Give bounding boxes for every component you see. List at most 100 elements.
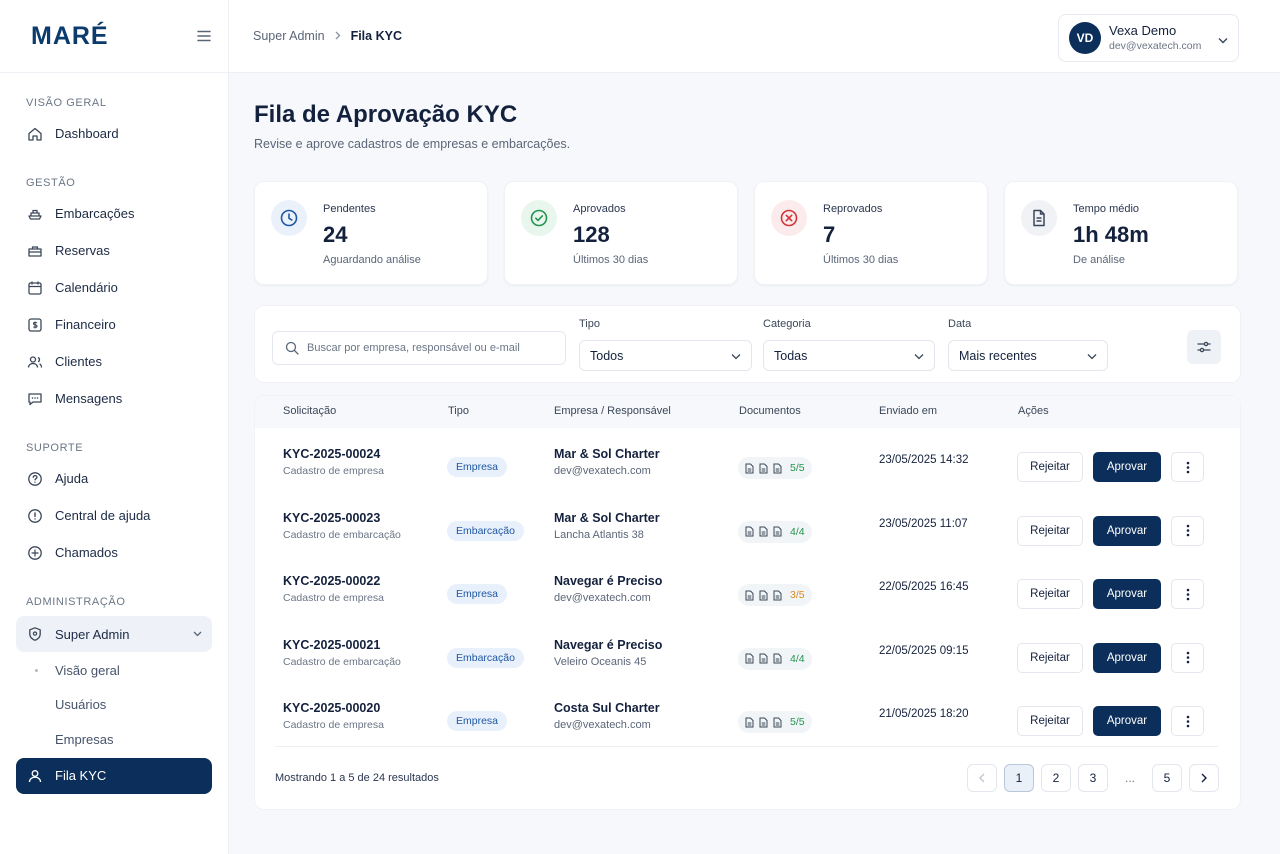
more-vertical-icon <box>1186 715 1190 728</box>
documents-cell: 5/5 <box>738 711 812 733</box>
categoria-select[interactable]: Todas <box>763 340 935 371</box>
check-circle-icon <box>521 200 557 236</box>
reject-button[interactable]: Rejeitar <box>1017 642 1083 673</box>
documents-badge[interactable]: 4/4 <box>738 647 812 670</box>
avatar: VD <box>1069 22 1101 54</box>
approve-button[interactable]: Aprovar <box>1093 452 1161 482</box>
prev-page-button[interactable] <box>967 764 997 792</box>
sidebar-item-financeiro[interactable]: Financeiro <box>16 306 212 343</box>
sidebar-subitem-usuarios[interactable]: Usuários <box>16 688 212 723</box>
more-options-button[interactable] <box>1171 515 1204 546</box>
topbar: Super Admin Fila KYC VD Vexa Demo dev@ve… <box>229 0 1280 73</box>
breadcrumb-item-super-admin[interactable]: Super Admin <box>253 29 325 43</box>
request-id[interactable]: KYC-2025-00020 <box>283 701 384 715</box>
sidebar-item-clientes[interactable]: Clientes <box>16 343 212 380</box>
more-options-button[interactable] <box>1171 706 1204 736</box>
company-name: Mar & Sol Charter <box>554 447 660 461</box>
documents-badge[interactable]: 4/4 <box>738 520 812 543</box>
section-label: VISÃO GERAL <box>26 97 107 109</box>
users-icon <box>26 353 44 371</box>
sidebar-item-chamados[interactable]: Chamados <box>16 534 212 571</box>
documents-badge[interactable]: 5/5 <box>738 457 812 479</box>
reject-button[interactable]: Rejeitar <box>1017 452 1083 482</box>
chevron-left-icon <box>979 773 985 783</box>
document-icon <box>773 653 782 664</box>
page-button-2[interactable]: 2 <box>1041 764 1071 792</box>
sidebar-item-ajuda[interactable]: Ajuda <box>16 460 212 497</box>
documents-cell: 4/4 <box>738 647 812 670</box>
approve-button[interactable]: Aprovar <box>1093 642 1161 673</box>
sidebar-item-calendario[interactable]: Calendário <box>16 269 212 306</box>
approve-button[interactable]: Aprovar <box>1093 579 1161 609</box>
sidebar-item-super-admin[interactable]: Super Admin <box>16 616 212 652</box>
request-id[interactable]: KYC-2025-00023 <box>283 511 401 525</box>
documents-badge[interactable]: 5/5 <box>738 711 812 733</box>
page-button-1[interactable]: 1 <box>1004 764 1034 792</box>
sidebar-item-central-de-ajuda[interactable]: Central de ajuda <box>16 497 212 534</box>
document-icon <box>1021 200 1057 236</box>
menu-toggle-icon[interactable] <box>192 24 216 48</box>
company-cell: Mar & Sol Charter dev@vexatech.com <box>554 447 660 477</box>
help-circle-icon <box>26 470 44 488</box>
sidebar-item-label: Fila KYC <box>55 768 107 783</box>
document-icon <box>759 590 768 601</box>
sidebar-item-embarcacoes[interactable]: Embarcações <box>16 195 212 232</box>
sidebar-item-label: Dashboard <box>55 126 119 141</box>
request-id[interactable]: KYC-2025-00022 <box>283 574 384 588</box>
search-input[interactable] <box>307 342 547 354</box>
more-options-button[interactable] <box>1171 452 1204 482</box>
request-type-label: Cadastro de embarcação <box>283 655 401 668</box>
documents-badge[interactable]: 3/5 <box>738 584 812 606</box>
reject-button[interactable]: Rejeitar <box>1017 706 1083 736</box>
type-cell: Empresa <box>447 584 508 604</box>
filters-bar: Tipo Todos Categoria Todas Data Mais rec… <box>254 305 1241 383</box>
table-row: KYC-2025-00023 Cadastro de embarcação Emba… <box>255 500 1240 563</box>
user-menu[interactable]: VD Vexa Demo dev@vexatech.com <box>1058 14 1239 62</box>
table-row: KYC-2025-00024 Cadastro de empresa Empresa… <box>255 436 1240 499</box>
more-options-button[interactable] <box>1171 579 1204 609</box>
stat-card-pendentes: Pendentes 24 Aguardando análise <box>254 181 488 285</box>
info-circle-icon <box>26 507 44 525</box>
tipo-select[interactable]: Todos <box>579 340 752 371</box>
user-email: dev@vexatech.com <box>1109 39 1202 52</box>
request-type-label: Cadastro de empresa <box>283 465 384 477</box>
brand-logo[interactable]: MARÉ <box>31 22 109 51</box>
sidebar-subitem-visao-geral[interactable]: Visão geral <box>16 653 212 688</box>
column-header: Documentos <box>739 405 801 417</box>
search-icon <box>285 341 299 355</box>
sidebar-item-reservas[interactable]: Reservas <box>16 232 212 269</box>
section-label: GESTÃO <box>26 177 76 189</box>
filter-settings-button[interactable] <box>1187 330 1221 364</box>
company-name: Navegar é Preciso <box>554 637 663 652</box>
calendar-icon <box>26 279 44 297</box>
data-select[interactable]: Mais recentes <box>948 340 1108 371</box>
company-contact: dev@vexatech.com <box>554 465 651 477</box>
request-id[interactable]: KYC-2025-00021 <box>283 638 401 652</box>
actions-cell: Rejeitar Aprovar <box>1017 642 1204 673</box>
document-icon <box>773 590 782 601</box>
company-contact: Lancha Atlantis 38 <box>554 528 644 541</box>
documents-cell: 3/5 <box>738 584 812 606</box>
approve-button[interactable]: Aprovar <box>1093 515 1161 546</box>
more-vertical-icon <box>1186 524 1190 537</box>
page-button-3[interactable]: 3 <box>1078 764 1108 792</box>
request-id[interactable]: KYC-2025-00024 <box>283 447 384 461</box>
x-circle-icon <box>771 200 807 236</box>
sidebar-subitem-empresas[interactable]: Empresas <box>16 722 212 757</box>
stat-card-tempo-medio: Tempo médio 1h 48m De análise <box>1004 181 1238 285</box>
more-options-button[interactable] <box>1171 642 1204 673</box>
next-page-button[interactable] <box>1189 764 1219 792</box>
table-row: KYC-2025-00022 Cadastro de empresa Empresa… <box>255 563 1240 626</box>
sidebar-item-mensagens[interactable]: Mensagens <box>16 380 212 417</box>
reject-button[interactable]: Rejeitar <box>1017 515 1083 546</box>
document-icon <box>745 463 754 474</box>
sent-date: 23/05/2025 14:32 <box>879 454 969 466</box>
search-box <box>272 331 566 365</box>
sidebar-item-dashboard[interactable]: Dashboard <box>16 115 212 152</box>
reject-button[interactable]: Rejeitar <box>1017 579 1083 609</box>
sidebar-item-fila-kyc[interactable]: Fila KYC <box>16 757 212 794</box>
page-button-5[interactable]: 5 <box>1152 764 1182 792</box>
page-title: Fila de Aprovação KYC <box>254 101 518 128</box>
request-type-label: Cadastro de embarcação <box>283 528 401 541</box>
approve-button[interactable]: Aprovar <box>1093 706 1161 736</box>
